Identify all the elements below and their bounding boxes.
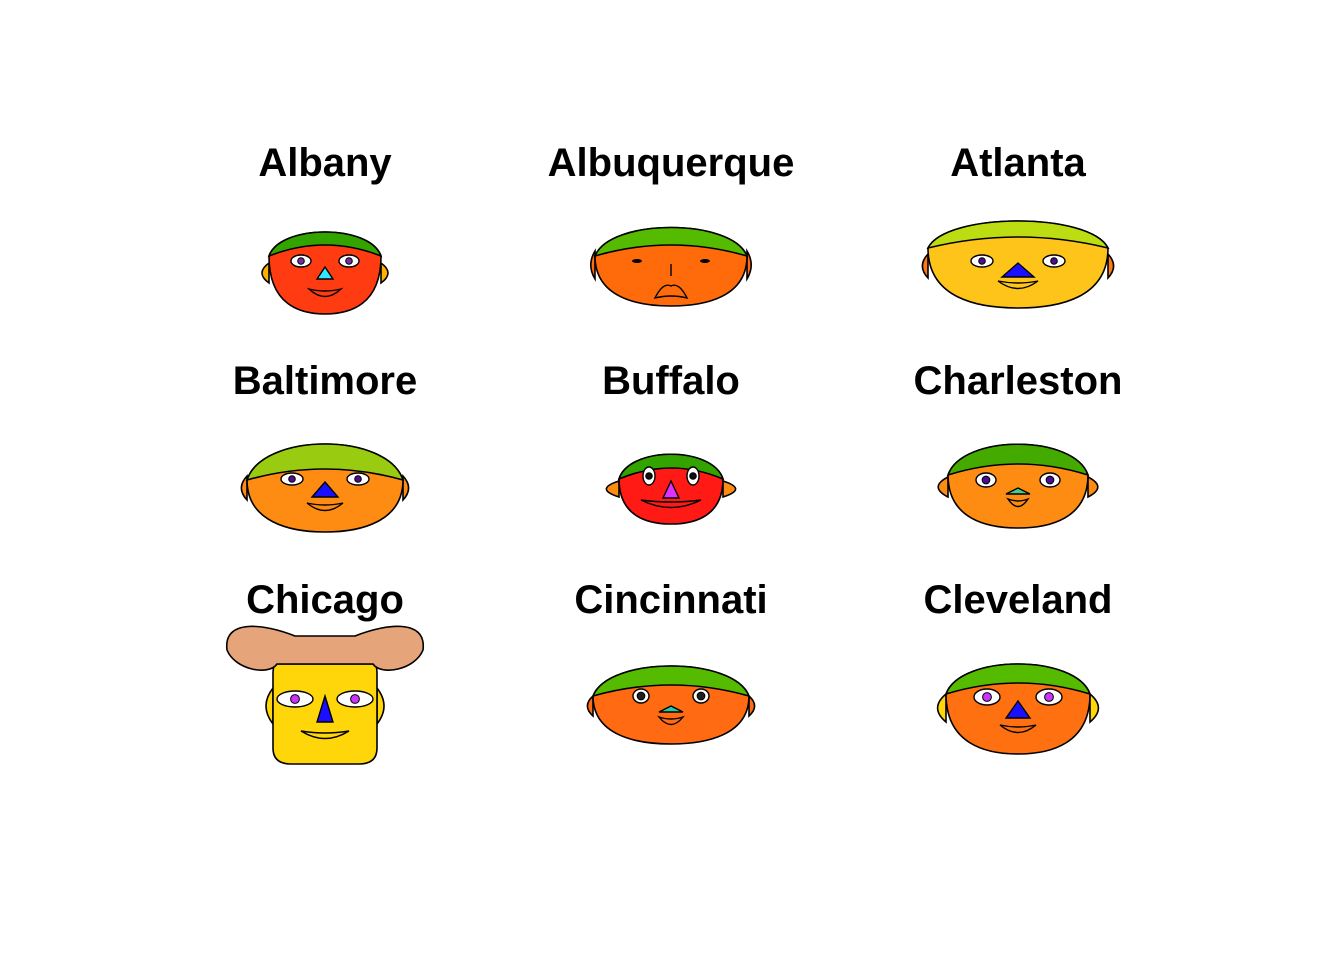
pupil-right-cincinnati: [696, 691, 706, 701]
pupil-right-cleveland: [1044, 692, 1054, 702]
pupil-left-cleveland: [982, 692, 992, 702]
ear-right-cleveland: [1089, 692, 1100, 724]
face-title-cleveland: Cleveland: [924, 578, 1113, 622]
ear-left-albany: [261, 261, 270, 285]
ear-left-cincinnati: [586, 694, 594, 718]
ear-right-albany: [380, 261, 389, 285]
pupil-right-buffalo: [689, 472, 697, 480]
pupil-left-cincinnati: [636, 691, 646, 701]
ear-left-buffalo: [605, 479, 620, 499]
face-albany: [261, 231, 389, 315]
face-title-atlanta: Atlanta: [950, 141, 1086, 185]
face-title-charleston: Charleston: [914, 359, 1123, 403]
face-title-baltimore: Baltimore: [233, 359, 418, 403]
pupil-left-buffalo: [645, 472, 653, 480]
face-baltimore: [240, 443, 410, 533]
pupil-right-charleston: [1045, 475, 1055, 485]
ear-left-chicago: [265, 685, 274, 727]
ear-left-baltimore: [240, 473, 248, 503]
ear-right-atlanta: [1107, 251, 1115, 281]
face-title-albuquerque: Albuquerque: [548, 141, 795, 185]
pupil-right-chicago: [350, 694, 360, 704]
ear-right-baltimore: [402, 473, 410, 503]
ear-right-chicago: [376, 685, 385, 727]
face-albuquerque: [590, 226, 752, 307]
ear-right-cincinnati: [748, 694, 756, 718]
face-atlanta: [921, 220, 1115, 309]
face-charleston: [937, 443, 1099, 529]
face-cleveland: [936, 663, 1100, 755]
pupil-right-baltimore: [354, 475, 362, 483]
pupil-right-atlanta: [1050, 257, 1058, 265]
pupil-left-chicago: [290, 694, 300, 704]
eye-right-albuquerque: [700, 259, 710, 263]
pupil-left-baltimore: [288, 475, 296, 483]
ear-left-albuquerque: [590, 248, 596, 282]
eye-left-albuquerque: [632, 259, 642, 263]
ear-left-charleston: [937, 475, 949, 499]
pupil-left-atlanta: [978, 257, 986, 265]
face-title-chicago: Chicago: [246, 578, 404, 622]
face-chicago: [226, 625, 424, 765]
face-title-cincinnati: Cincinnati: [574, 578, 767, 622]
face-title-buffalo: Buffalo: [602, 359, 740, 403]
pupil-left-charleston: [981, 475, 991, 485]
face-cincinnati: [586, 665, 756, 745]
ear-right-buffalo: [722, 479, 737, 499]
ear-right-albuquerque: [746, 248, 752, 282]
faces-plot: Albany Albuquerque Atlanta Baltimore Buf…: [226, 141, 1123, 765]
pupil-left-albany: [297, 257, 305, 265]
face-title-albany: Albany: [258, 141, 392, 185]
ear-left-atlanta: [921, 251, 929, 281]
pupil-right-albany: [345, 257, 353, 265]
faces-layer: [226, 220, 1115, 765]
ear-right-charleston: [1087, 475, 1099, 499]
ear-left-cleveland: [936, 692, 947, 724]
face-buffalo: [605, 453, 737, 525]
hair-chicago: [226, 625, 424, 671]
